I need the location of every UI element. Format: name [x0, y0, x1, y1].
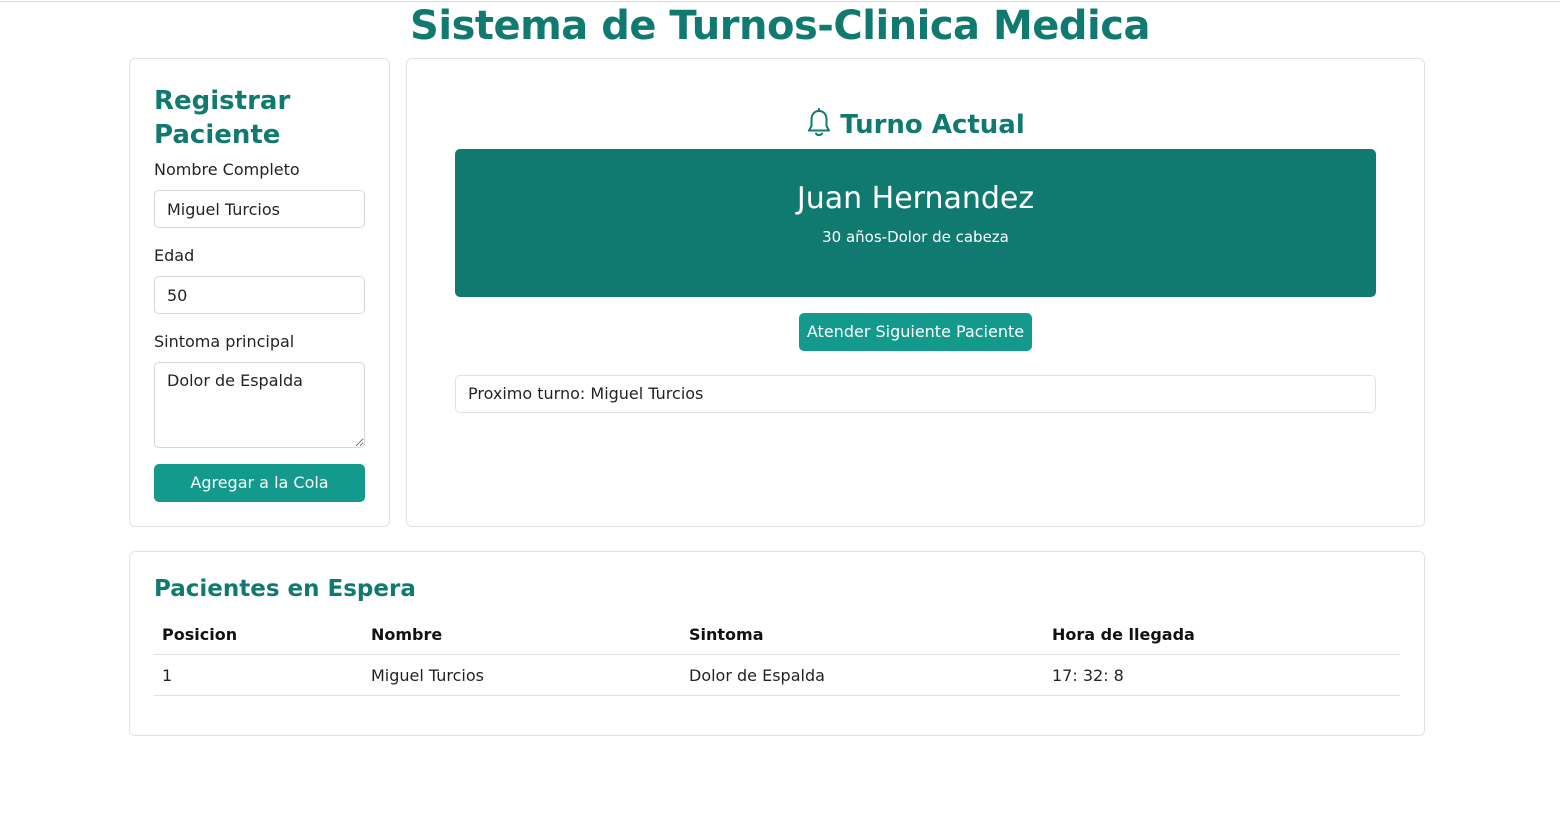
- table-header-row: Posicion Nombre Sintoma Hora de llegada: [154, 614, 1400, 655]
- column-header-position: Posicion: [154, 614, 363, 655]
- attend-next-button[interactable]: Atender Siguiente Paciente: [799, 313, 1032, 351]
- register-patient-card: Registrar Paciente Nombre Completo Edad …: [129, 58, 390, 527]
- waiting-patients-table: Posicion Nombre Sintoma Hora de llegada …: [154, 614, 1400, 696]
- column-header-symptom: Sintoma: [681, 614, 1044, 655]
- top-divider: [0, 1, 1560, 2]
- add-to-queue-button[interactable]: Agregar a la Cola: [154, 464, 365, 502]
- row-position: 1: [154, 654, 363, 696]
- current-turn-heading: Turno Actual: [407, 107, 1424, 143]
- waiting-patients-card: Pacientes en Espera Posicion Nombre Sint…: [129, 551, 1425, 736]
- row-name: Miguel Turcios: [363, 654, 681, 696]
- current-patient-name: Juan Hernandez: [796, 181, 1035, 216]
- row-arrival: 17: 32: 8: [1044, 654, 1400, 696]
- current-turn-title: Turno Actual: [840, 110, 1025, 140]
- name-label: Nombre Completo: [154, 160, 300, 179]
- column-header-arrival: Hora de llegada: [1044, 614, 1400, 655]
- current-patient-details: 30 años-Dolor de cabeza: [822, 228, 1009, 246]
- row-symptom: Dolor de Espalda: [681, 654, 1044, 696]
- next-turn-notice: Proximo turno: Miguel Turcios: [455, 375, 1376, 413]
- bell-icon: [808, 108, 831, 136]
- symptom-label: Sintoma principal: [154, 332, 295, 351]
- waiting-patients-heading: Pacientes en Espera: [154, 576, 416, 602]
- column-header-name: Nombre: [363, 614, 681, 655]
- current-turn-card: Turno Actual Juan Hernandez 30 años-Dolo…: [406, 58, 1425, 527]
- register-heading: Registrar Paciente: [154, 86, 291, 150]
- current-patient-panel: Juan Hernandez 30 años-Dolor de cabeza: [455, 149, 1376, 297]
- symptom-textarea[interactable]: Dolor de Espalda: [154, 362, 365, 448]
- age-input[interactable]: [154, 276, 365, 314]
- age-label: Edad: [154, 246, 195, 265]
- table-row: 1 Miguel Turcios Dolor de Espalda 17: 32…: [154, 654, 1400, 696]
- name-input[interactable]: [154, 190, 365, 228]
- page-title: Sistema de Turnos-Clinica Medica: [410, 3, 1150, 49]
